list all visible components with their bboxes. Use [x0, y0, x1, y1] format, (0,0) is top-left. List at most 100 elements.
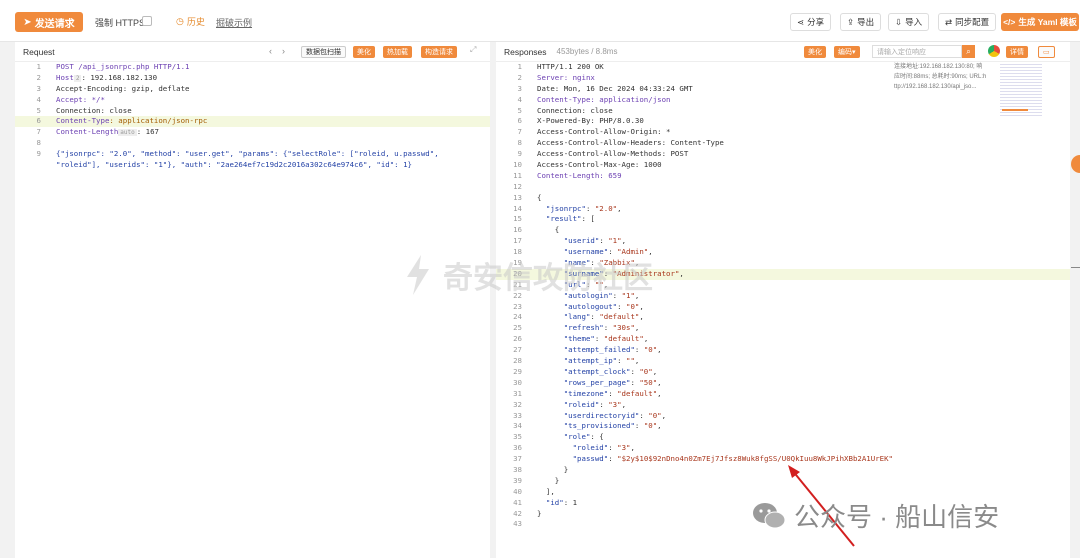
force-https-checkbox[interactable] — [142, 16, 152, 26]
response-line: 35 "role": { — [496, 432, 1070, 443]
line-text: Content-Type: application/json-rpc — [56, 116, 207, 127]
line-text: Content-Type: application/json — [537, 94, 671, 104]
line-text: "timezone": "default", — [563, 388, 662, 398]
response-line: 9 Access-Control-Allow-Methods: POST — [496, 149, 1070, 160]
sync-config-button[interactable]: ⇄ 同步配置 — [938, 13, 997, 31]
line-number: 9 — [36, 149, 41, 159]
response-line: 27 "attempt_failed": "0", — [496, 345, 1070, 356]
line-text: "ts_provisioned": "0", — [563, 421, 662, 431]
line-text: "autologout": "0", — [563, 301, 644, 311]
side-drawer-tab[interactable] — [1071, 155, 1080, 173]
request-line: 3 Accept-Encoding: gzip, deflate — [15, 84, 490, 95]
request-line: 8 — [15, 138, 490, 149]
send-request-button[interactable]: ➤ 发送请求 — [15, 12, 83, 32]
chevron-left-icon[interactable]: ‹ — [269, 46, 272, 56]
response-info: 连接地址:192.168.182.130:80; 响应时间:88ms; 总耗时:… — [894, 62, 998, 92]
request-line: 6 Content-Type: application/json-rpc — [15, 116, 490, 128]
response-line: 8 Access-Control-Allow-Headers: Content-T… — [496, 138, 1070, 149]
comment-icon[interactable]: ▭ — [1038, 46, 1055, 58]
line-number: 11 — [513, 170, 522, 180]
line-number: 8 — [517, 138, 522, 148]
construct-request-button[interactable]: 构造请求 — [421, 46, 457, 58]
request-line: 2 Host 2: 192.168.182.130 — [15, 73, 490, 84]
line-number: 39 — [513, 475, 522, 485]
line-text: "refresh": "30s", — [563, 323, 640, 333]
line-text: POST /api_jsonrpc.php HTTP/1.1 — [56, 62, 190, 73]
wechat-watermark-text: 公众号 · 船山信安 — [794, 502, 1000, 532]
line-text: Access-Control-Allow-Origin: * — [537, 127, 671, 137]
line-text: "roleid": "3", — [563, 399, 627, 409]
search-icon[interactable]: ⌕ — [962, 45, 975, 58]
share-icon: ⋖ — [797, 16, 805, 27]
encoding-label: 编码 — [838, 49, 852, 56]
code-token: : application/json-rpc — [109, 116, 208, 126]
line-number: 23 — [513, 301, 522, 311]
template-example-link[interactable]: 掘破示例 — [216, 16, 252, 29]
top-toolbar: ➤ 发送请求 强制 HTTPS ◷ 历史 掘破示例 ⋖ 分享 ⇪ 导出 ⇩ 导入… — [0, 0, 1080, 42]
line-text: Access-Control-Max-Age: 1000 — [537, 160, 662, 170]
beautify-button[interactable]: 美化 — [353, 46, 375, 58]
line-number: 14 — [513, 203, 522, 213]
hot-reload-button[interactable]: 热加载 — [383, 46, 412, 58]
response-line: 32 "roleid": "3", — [496, 400, 1070, 411]
line-text: Accept-Encoding: gzip, deflate — [56, 84, 190, 95]
response-line: 12 — [496, 182, 1070, 193]
line-text: X-Powered-By: PHP/8.0.30 — [537, 116, 644, 126]
chevron-right-icon[interactable]: › — [282, 46, 285, 56]
expand-icon[interactable]: ⤢ — [470, 45, 476, 55]
response-search-input[interactable]: 请输入定位响应 — [872, 45, 962, 58]
detail-button[interactable]: 详情 — [1006, 46, 1028, 58]
sync-config-label: 同步配置 — [955, 17, 990, 27]
line-text: "attempt_failed": "0", — [563, 345, 662, 355]
share-button[interactable]: ⋖ 分享 — [790, 13, 832, 31]
request-nav: ‹ › — [269, 46, 285, 56]
line-number: 26 — [513, 334, 522, 344]
line-number: 17 — [513, 236, 522, 246]
code-token: {"jsonrpc": "2.0", "method": "user.get",… — [56, 149, 444, 159]
export-button[interactable]: ⇪ 导出 — [840, 13, 882, 31]
line-number: 28 — [513, 356, 522, 366]
line-text: Content-Length: 659 — [537, 170, 622, 180]
line-number: 4 — [36, 94, 41, 104]
line-number: 2 — [36, 72, 41, 82]
response-line: 28 "attempt_ip": "", — [496, 356, 1070, 367]
packet-scan-button[interactable]: 数据包扫描 — [301, 46, 346, 58]
response-line: 14 "jsonrpc": "2.0", — [496, 204, 1070, 215]
code-token: "roleid"], "userids": "1"}, "auth": "2ae… — [56, 160, 412, 170]
line-text: Connection: close — [56, 106, 132, 117]
line-number: 30 — [513, 377, 522, 387]
force-https-label: 强制 HTTPS — [95, 18, 146, 28]
line-number: 5 — [517, 105, 522, 115]
center-watermark: 奇安信攻防社区 — [403, 253, 653, 297]
line-number: 7 — [36, 127, 41, 137]
response-title: Responses — [504, 46, 547, 57]
line-number: 4 — [517, 94, 522, 104]
line-text: Access-Control-Allow-Headers: Content-Ty… — [537, 138, 724, 148]
send-icon: ➤ — [23, 16, 32, 28]
line-text: Connection: close — [537, 105, 613, 115]
chrome-icon[interactable] — [988, 45, 1000, 57]
generate-yaml-button[interactable]: </> 生成 Yaml 模板 — [1001, 13, 1079, 31]
line-number: 43 — [513, 519, 522, 529]
line-text: "roleid"], "userids": "1"}, "auth": "2ae… — [56, 160, 412, 171]
line-text: HTTP/1.1 200 OK — [537, 62, 604, 71]
request-editor[interactable]: 1 POST /api_jsonrpc.php HTTP/1.1 2 Host 2: 1… — [15, 62, 490, 171]
response-header: Responses 453bytes / 8.8ms 美化 编码 ▾ 请输入定位… — [496, 42, 1070, 62]
history-label: 历史 — [186, 17, 205, 27]
sync-icon: ⇄ — [945, 16, 953, 27]
line-number: 25 — [513, 323, 522, 333]
line-text: {"jsonrpc": "2.0", "method": "user.get",… — [56, 149, 443, 160]
line-number: 38 — [513, 464, 522, 474]
request-header: Request ‹ › 数据包扫描 美化 热加载 构造请求 ⤢ — [15, 42, 490, 62]
line-number: 1 — [36, 62, 41, 71]
response-line: 23 "autologout": "0", — [496, 302, 1070, 313]
response-line: 36 "roleid": "3", — [496, 443, 1070, 454]
bolt-logo-icon — [407, 255, 429, 295]
line-number: 6 — [36, 116, 41, 126]
response-beautify-button[interactable]: 美化 — [804, 46, 826, 58]
code-token: Connection: close — [56, 105, 132, 115]
clock-icon: ◷ — [176, 16, 184, 26]
history-button[interactable]: ◷ 历史 — [176, 15, 205, 28]
encoding-button[interactable]: 编码 ▾ — [834, 46, 860, 58]
import-button[interactable]: ⇩ 导入 — [888, 13, 930, 31]
